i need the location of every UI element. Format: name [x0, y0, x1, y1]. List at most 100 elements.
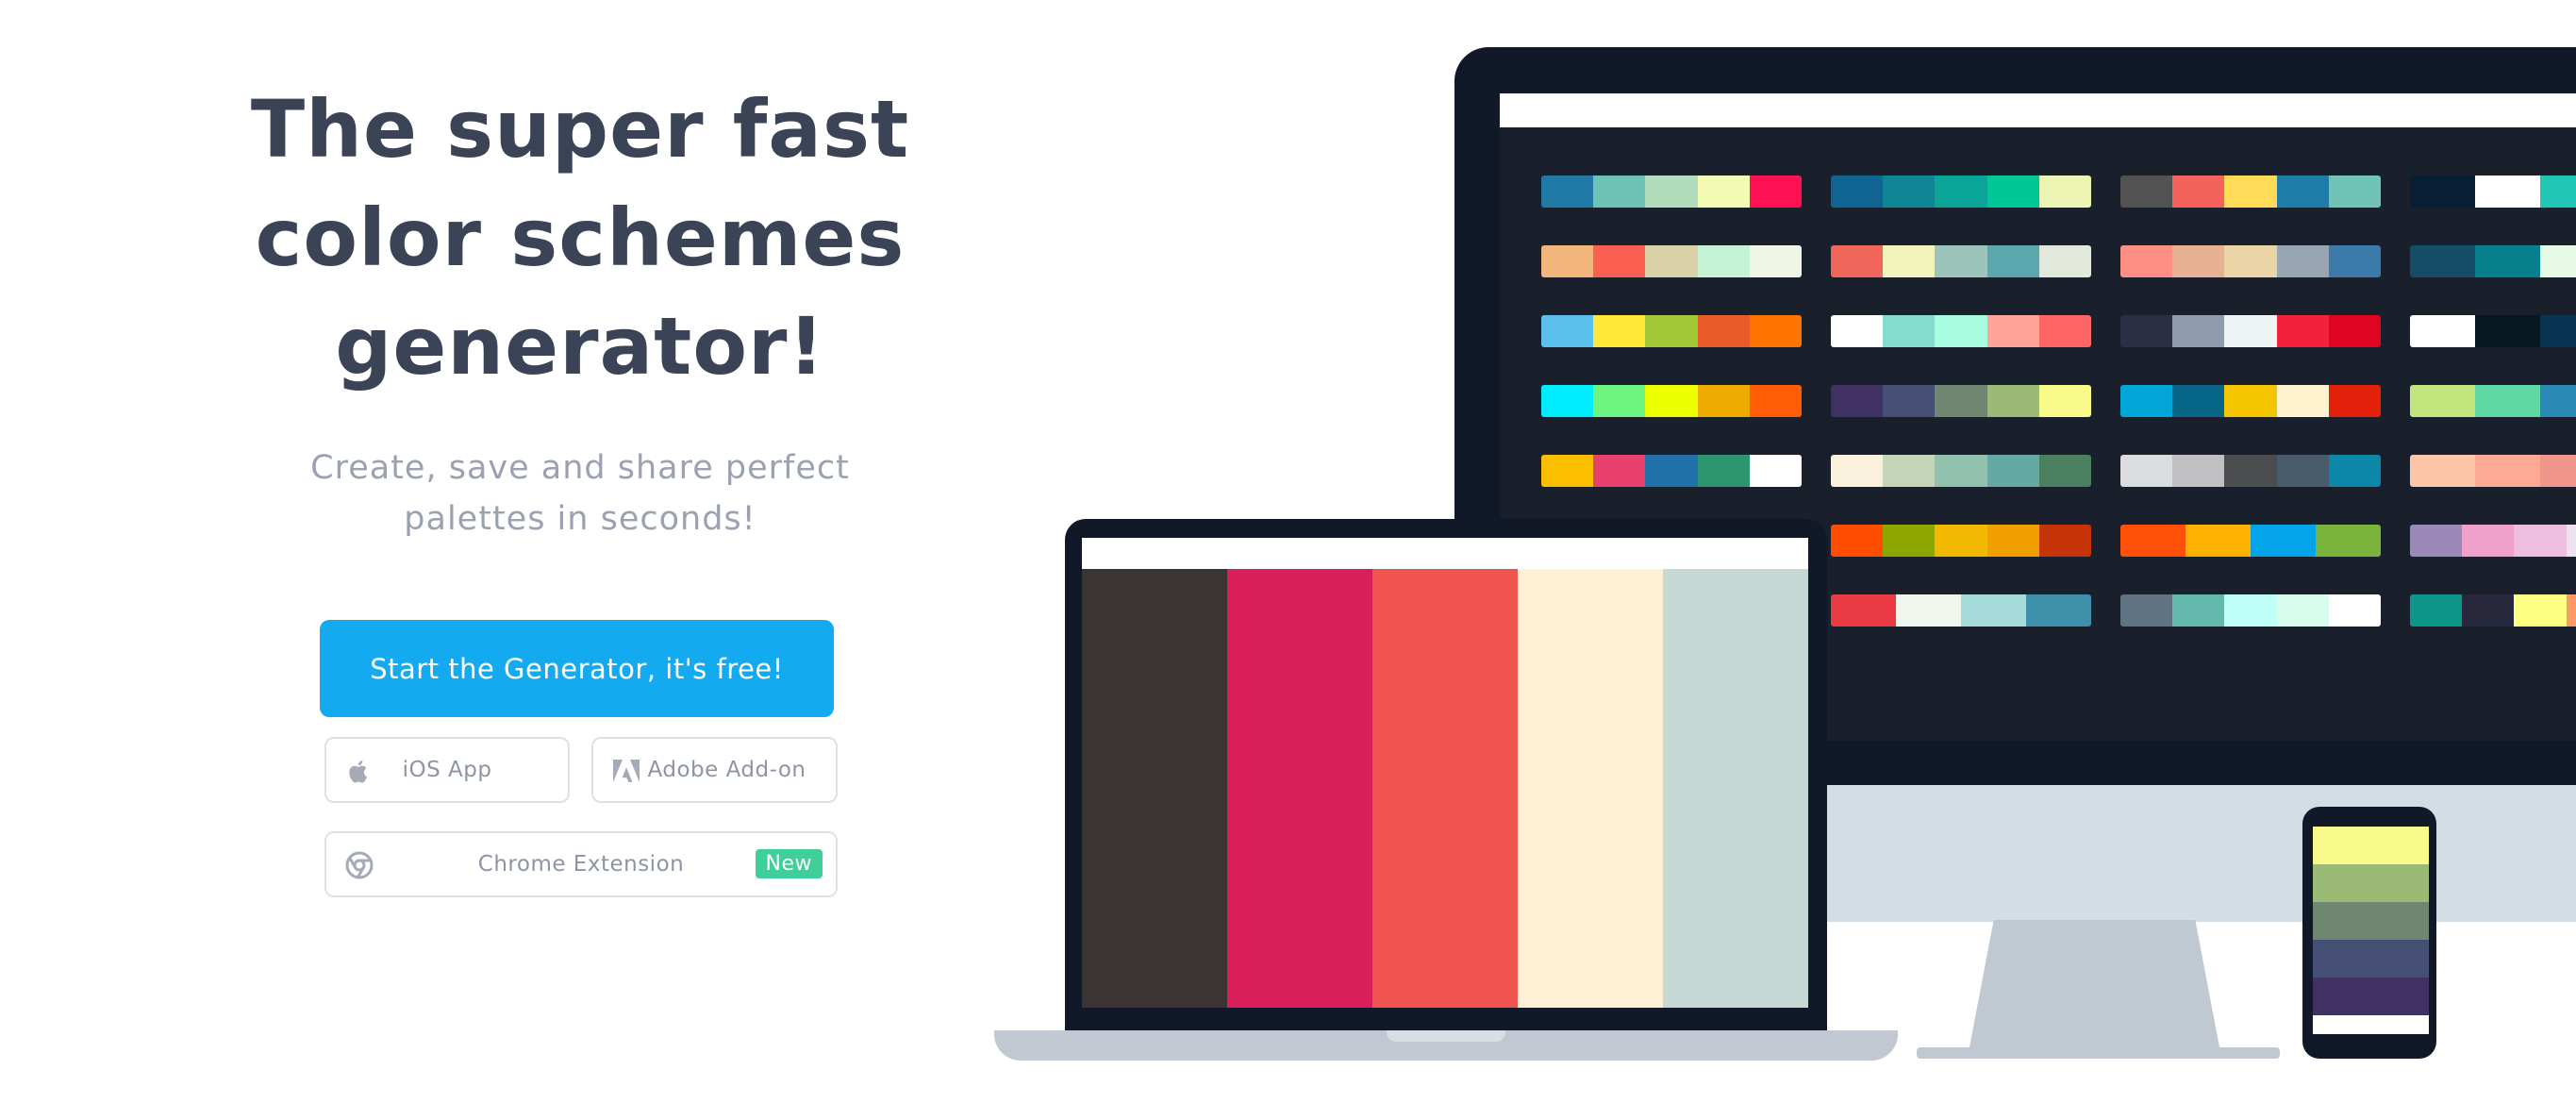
color-swatch: [2475, 315, 2540, 347]
color-swatch: [1831, 176, 1884, 208]
color-swatch: [1749, 176, 1803, 208]
color-swatch: [2313, 864, 2429, 902]
palette-swatch-row: [2120, 594, 2382, 627]
color-swatch: [2276, 315, 2329, 347]
palette-swatch-row: [2410, 176, 2576, 208]
headline: The super fast color schemes generator!: [189, 75, 972, 401]
color-swatch: [1883, 315, 1936, 347]
palette-swatch-row: [2410, 385, 2576, 417]
color-swatch: [1541, 176, 1594, 208]
palette-swatch-row: [2410, 315, 2576, 347]
color-swatch: [2120, 385, 2173, 417]
color-swatch: [2328, 315, 2382, 347]
color-swatch: [1697, 455, 1750, 487]
color-swatch: [2316, 525, 2381, 557]
color-swatch: [2410, 525, 2463, 557]
palette-swatch-row: [2410, 594, 2576, 627]
adobe-addon-button[interactable]: Adobe Add-on: [591, 737, 838, 803]
color-swatch: [1749, 385, 1803, 417]
start-generator-button[interactable]: Start the Generator, it's free!: [320, 620, 834, 717]
color-swatch: [2224, 245, 2277, 277]
color-swatch: [2475, 176, 2540, 208]
color-swatch: [1986, 176, 2039, 208]
color-swatch: [2224, 385, 2277, 417]
palette-swatch-row: [1831, 385, 2092, 417]
color-swatch: [1593, 315, 1646, 347]
color-swatch: [2224, 594, 2277, 627]
phone-screen: [2313, 827, 2429, 1034]
color-swatch: [1883, 245, 1936, 277]
color-swatch: [2026, 594, 2091, 627]
color-swatch: [2566, 594, 2576, 627]
palette-swatch-row: [2120, 315, 2382, 347]
subheadline: Create, save and share perfect palettes …: [278, 443, 882, 544]
color-swatch: [2313, 940, 2429, 978]
color-swatch: [1697, 176, 1750, 208]
color-swatch: [2540, 245, 2576, 277]
monitor-browser-bar: [1500, 93, 2576, 127]
color-swatch: [2514, 594, 2567, 627]
color-swatch: [1697, 315, 1750, 347]
headline-line-3: generator!: [335, 300, 825, 393]
palette-swatch-row: [2120, 525, 2381, 557]
monitor-base: [1917, 1047, 2280, 1059]
color-swatch: [2475, 455, 2540, 487]
color-swatch: [1986, 245, 2039, 277]
color-swatch: [2120, 315, 2173, 347]
color-swatch: [2172, 594, 2225, 627]
palette-swatch-row: [1831, 594, 2091, 627]
color-swatch: [2038, 245, 2092, 277]
color-swatch: [1697, 245, 1750, 277]
laptop-browser-bar: [1082, 538, 1808, 569]
color-swatch: [2410, 245, 2475, 277]
color-swatch: [2251, 525, 2316, 557]
color-swatch: [1935, 176, 1987, 208]
color-swatch: [2276, 455, 2329, 487]
color-swatch: [2313, 902, 2429, 940]
palette-swatch-row: [1541, 455, 1803, 487]
color-swatch: [1082, 569, 1227, 1008]
color-swatch: [1935, 385, 1987, 417]
chrome-extension-button[interactable]: Chrome Extension New: [324, 831, 838, 897]
palette-swatch-row: [1541, 385, 1803, 417]
color-swatch: [1896, 594, 1961, 627]
color-swatch: [1831, 385, 1884, 417]
color-swatch: [2540, 385, 2576, 417]
color-swatch: [2120, 176, 2173, 208]
color-swatch: [2540, 455, 2576, 487]
color-swatch: [2276, 176, 2329, 208]
color-swatch: [2566, 525, 2576, 557]
color-swatch: [1645, 245, 1698, 277]
color-swatch: [2328, 594, 2382, 627]
color-swatch: [2410, 315, 2475, 347]
color-swatch: [2038, 385, 2092, 417]
color-swatch: [2410, 176, 2475, 208]
color-swatch: [1541, 315, 1594, 347]
color-swatch: [2276, 245, 2329, 277]
adobe-addon-label: Adobe Add-on: [647, 758, 806, 782]
color-swatch: [1645, 176, 1698, 208]
color-swatch: [1961, 594, 2026, 627]
color-swatch: [1593, 385, 1646, 417]
color-swatch: [2038, 455, 2092, 487]
color-swatch: [1227, 569, 1372, 1008]
color-swatch: [1749, 315, 1803, 347]
palette-swatch-row: [2410, 455, 2576, 487]
palette-swatch-row: [1541, 245, 1803, 277]
color-swatch: [1831, 315, 1884, 347]
color-swatch: [1593, 176, 1646, 208]
color-swatch: [1749, 455, 1803, 487]
color-swatch: [1749, 245, 1803, 277]
color-swatch: [1697, 385, 1750, 417]
hero-text: The super fast color schemes generator! …: [189, 75, 972, 544]
color-swatch: [2172, 245, 2225, 277]
color-swatch: [2120, 594, 2173, 627]
color-swatch: [1541, 455, 1594, 487]
color-swatch: [2224, 315, 2277, 347]
color-swatch: [1935, 315, 1987, 347]
color-swatch: [2038, 525, 2092, 557]
color-swatch: [2540, 176, 2576, 208]
color-swatch: [2120, 455, 2173, 487]
color-swatch: [1518, 569, 1663, 1008]
ios-app-button[interactable]: iOS App: [324, 737, 570, 803]
